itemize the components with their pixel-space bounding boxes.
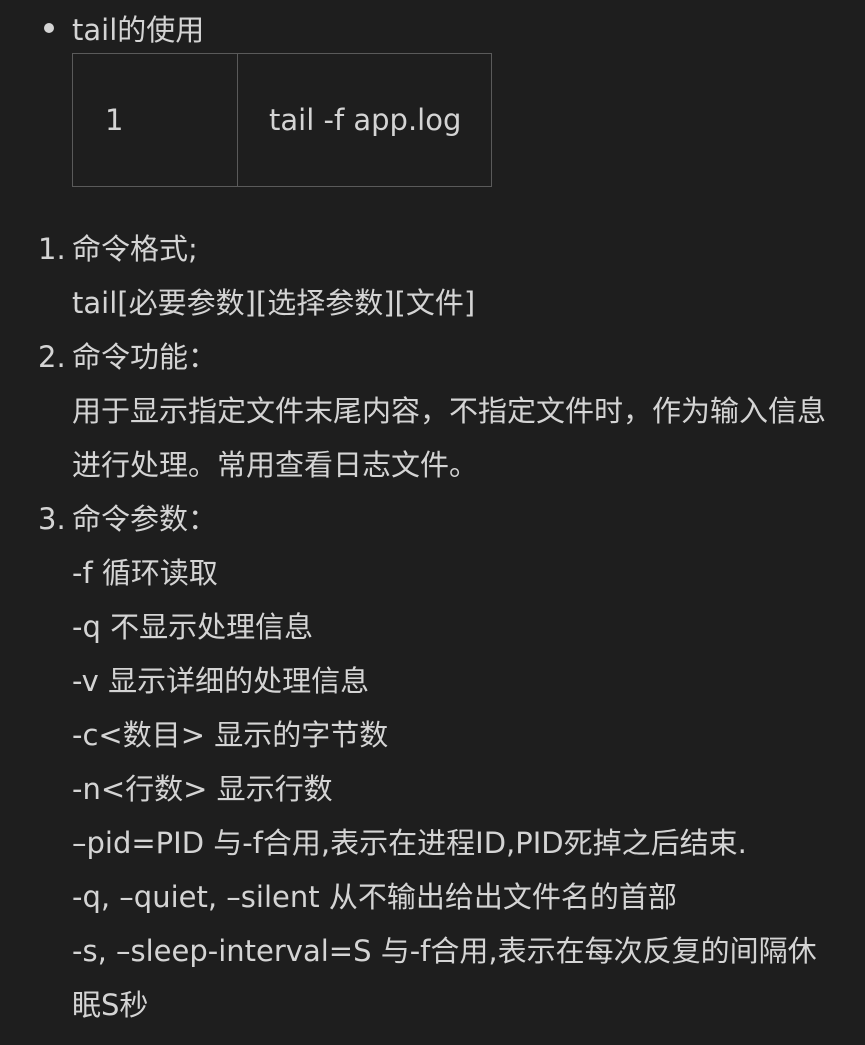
step-item-format: 1. 命令格式; tail[必要参数][选择参数][文件]	[0, 222, 865, 330]
param-line: -f 循环读取	[72, 556, 218, 590]
step-body: 用于显示指定文件末尾内容，不指定文件时，作为输入信息进行处理。常用查看日志文件。	[72, 394, 827, 482]
param-line: -s, –sleep-interval=S 与-f合用,表示在每次反复的间隔休眠…	[72, 934, 817, 1022]
step-heading: 命令格式;	[72, 232, 198, 266]
param-line: –pid=PID 与-f合用,表示在进程ID,PID死掉之后结束.	[72, 826, 747, 860]
code-line-text: tail -f app.log	[237, 53, 492, 187]
step-body: tail[必要参数][选择参数][文件]	[72, 286, 476, 320]
step-number: 2.	[38, 340, 66, 374]
code-row: 1 tail -f app.log	[72, 53, 492, 187]
step-heading: 命令功能：	[72, 340, 218, 374]
step-heading: 命令参数：	[72, 502, 218, 536]
code-line-number: 1	[72, 53, 238, 187]
bullet-dot-icon	[44, 23, 54, 33]
param-line: -n<行数> 显示行数	[72, 772, 333, 806]
step-number: 3.	[38, 502, 66, 536]
param-line: -c<数目> 显示的字节数	[72, 718, 389, 752]
step-item-params: 3. 命令参数： -f 循环读取 -q 不显示处理信息 -v 显示详细的处理信息…	[0, 492, 865, 1032]
bullet-item: tail的使用	[44, 6, 204, 50]
param-line: -q, –quiet, –silent 从不输出给出文件名的首部	[72, 880, 677, 914]
bullet-title: tail的使用	[72, 13, 205, 47]
param-line: -q 不显示处理信息	[72, 610, 314, 644]
param-line: -v 显示详细的处理信息	[72, 664, 370, 698]
steps-list: 1. 命令格式; tail[必要参数][选择参数][文件] 2. 命令功能： 用…	[0, 222, 865, 1032]
step-item-function: 2. 命令功能： 用于显示指定文件末尾内容，不指定文件时，作为输入信息进行处理。…	[0, 330, 865, 492]
code-block: 1 tail -f app.log	[72, 53, 492, 187]
step-number: 1.	[38, 232, 66, 266]
